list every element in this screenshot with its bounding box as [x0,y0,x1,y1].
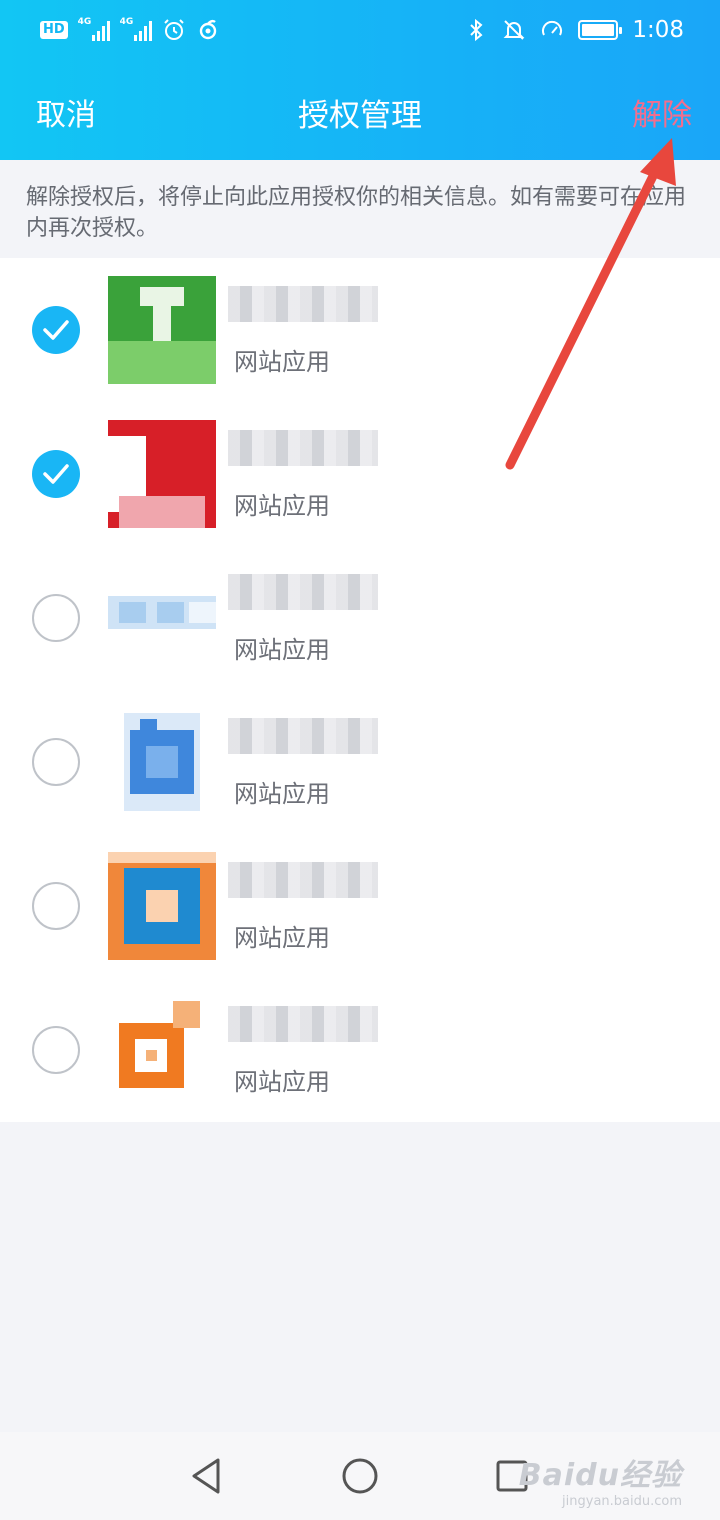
checkbox-unchecked[interactable] [32,882,80,930]
app-type-label: 网站应用 [234,492,330,520]
notice-text: 解除授权后，将停止向此应用授权你的相关信息。如有需要可在应用内再次授权。 [26,185,687,241]
app-type-label: 网站应用 [234,1068,330,1096]
back-icon[interactable] [188,1456,224,1496]
clock: 1:08 [632,17,684,43]
list-item[interactable]: 网站应用 [0,258,720,402]
checkbox-unchecked[interactable] [32,594,80,642]
app-type-label: 网站应用 [234,780,330,808]
list-item[interactable]: 网站应用 [0,546,720,690]
battery-icon [578,20,623,40]
light-blue-app-icon [108,564,216,672]
status-bar: HD 4G 4G 1:08 [0,0,720,60]
app-list: 网站应用 网站应用 网站应用 网站应用 网站应用 网站应用 [0,258,720,1122]
network-type-label: 4G [77,17,92,27]
list-item[interactable]: 网站应用 [0,402,720,546]
nav-bar: 取消 授权管理 解除 [0,60,720,160]
checkbox-unchecked[interactable] [32,738,80,786]
app-name-redacted [228,574,378,610]
app-type-label: 网站应用 [234,348,330,376]
list-item[interactable]: 网站应用 [0,978,720,1122]
red-app-icon [108,420,216,528]
list-item[interactable]: 网站应用 [0,690,720,834]
green-t-app-icon [108,276,216,384]
bluetooth-icon [470,18,483,42]
watermark-logo-text: Baidu经验 [518,1458,682,1493]
watermark: Baidu经验 jingyan.baidu.com [519,1450,682,1509]
orange-blue-app-icon [108,852,216,960]
app-type-label: 网站应用 [234,924,330,952]
list-item[interactable]: 网站应用 [0,834,720,978]
checkbox-checked[interactable] [32,450,80,498]
signal-icon: 4G [119,17,152,41]
app-type-label: 网站应用 [234,636,330,664]
watermark-url: jingyan.baidu.com [562,1494,682,1509]
signal-icon: 4G [77,17,110,41]
checkmark-icon [43,320,69,340]
checkbox-unchecked[interactable] [32,1026,80,1074]
app-name-redacted [228,862,378,898]
hd-badge: HD [40,21,68,39]
app-name-redacted [228,286,378,322]
app-name-redacted [228,1006,378,1042]
blue-paw-app-icon [108,708,216,816]
bell-muted-icon [503,20,525,40]
app-name-redacted [228,430,378,466]
network-type-label: 4G [119,17,134,27]
checkmark-icon [43,464,69,484]
checkbox-checked[interactable] [32,306,80,354]
page-title: 授权管理 [298,98,422,134]
orange-circle-app-icon [108,996,216,1104]
home-icon[interactable] [340,1456,380,1496]
alarm-icon [163,19,184,40]
speed-icon [542,20,563,36]
app-name-redacted [228,718,378,754]
header: HD 4G 4G 1:08 取消 授权管理 解除 [0,0,720,160]
remove-button[interactable]: 解除 [632,90,692,134]
sync-icon [199,19,216,40]
